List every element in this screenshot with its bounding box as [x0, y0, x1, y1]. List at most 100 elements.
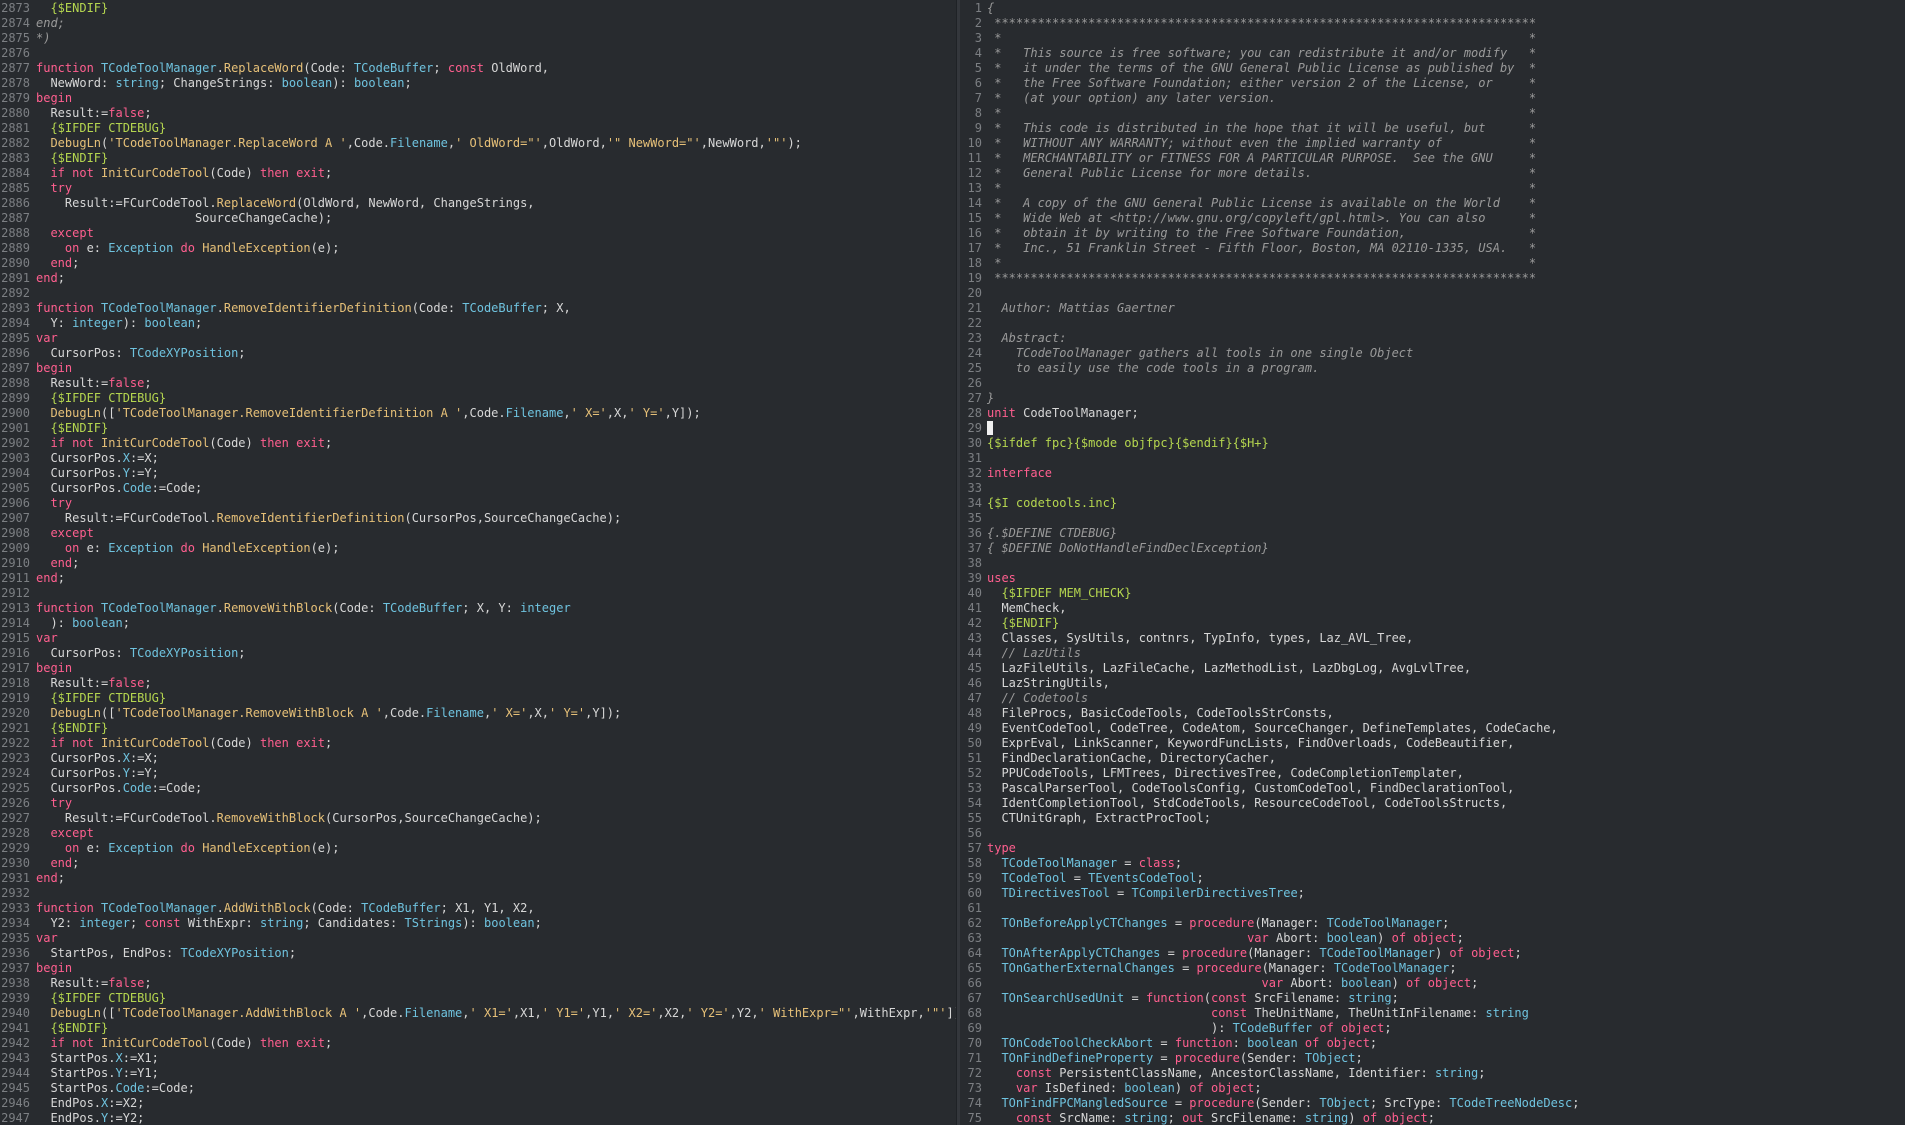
code-line[interactable]: 39 uses [960, 571, 1905, 586]
code-line[interactable]: 2898 Result:=false; [0, 376, 956, 391]
line-code[interactable]: TOnGatherExternalChanges = procedure(Man… [987, 961, 1456, 975]
code-line[interactable]: 6 * the Free Software Foundation; either… [960, 76, 1905, 91]
line-code[interactable]: *) [36, 31, 50, 45]
code-line[interactable]: 31 [960, 451, 1905, 466]
code-line[interactable]: 2912 [0, 586, 956, 601]
code-line[interactable]: 2885 try [0, 181, 956, 196]
code-line[interactable]: 25 to easily use the code tools in a pro… [960, 361, 1905, 376]
line-code[interactable]: * * [987, 106, 1536, 120]
line-code[interactable]: CursorPos.X:=X; [36, 451, 158, 465]
line-code[interactable]: TOnSearchUsedUnit = function(const SrcFi… [987, 991, 1398, 1005]
line-code[interactable]: {$IFDEF CTDEBUG} [36, 691, 166, 705]
line-code[interactable]: CursorPos.X:=X; [36, 751, 158, 765]
line-code[interactable]: Result:=FCurCodeTool.RemoveIdentifierDef… [36, 511, 621, 525]
line-code[interactable]: LazStringUtils, [987, 676, 1109, 690]
line-code[interactable]: CursorPos: TCodeXYPosition; [36, 346, 245, 360]
line-code[interactable]: * it under the terms of the GNU General … [987, 61, 1536, 75]
code-line[interactable]: 38 [960, 556, 1905, 571]
code-line[interactable]: 59 TCodeTool = TEventsCodeTool; [960, 871, 1905, 886]
line-code[interactable]: TOnCodeToolCheckAbort = function: boolea… [987, 1036, 1377, 1050]
line-code[interactable]: MemCheck, [987, 601, 1066, 615]
code-line[interactable]: 21 Author: Mattias Gaertner [960, 301, 1905, 316]
code-line[interactable]: 2904 CursorPos.Y:=Y; [0, 466, 956, 481]
code-line[interactable]: 2899 {$IFDEF CTDEBUG} [0, 391, 956, 406]
line-code[interactable]: var IsDefined: boolean) of object; [987, 1081, 1262, 1095]
line-code[interactable]: except [36, 826, 93, 840]
code-line[interactable]: 8 * * [960, 106, 1905, 121]
code-line[interactable]: 2880 Result:=false; [0, 106, 956, 121]
line-code[interactable]: if not InitCurCodeTool(Code) then exit; [36, 436, 332, 450]
code-line[interactable]: 19 *************************************… [960, 271, 1905, 286]
line-code[interactable]: * * [987, 31, 1536, 45]
code-line[interactable]: 4 * This source is free software; you ca… [960, 46, 1905, 61]
code-line[interactable]: 61 [960, 901, 1905, 916]
line-code[interactable]: {$IFDEF CTDEBUG} [36, 391, 166, 405]
line-code[interactable]: {$ENDIF} [36, 151, 108, 165]
code-line[interactable]: 3 * * [960, 31, 1905, 46]
line-code[interactable]: Classes, SysUtils, contnrs, TypInfo, typ… [987, 631, 1413, 645]
line-code[interactable]: interface [987, 466, 1052, 480]
line-code[interactable]: type [987, 841, 1016, 855]
line-code[interactable]: * A copy of the GNU General Public Licen… [987, 196, 1536, 210]
code-line[interactable]: 2933 function TCodeToolManager.AddWithBlo… [0, 901, 956, 916]
line-code[interactable]: function TCodeToolManager.ReplaceWord(Co… [36, 61, 549, 75]
line-code[interactable]: IdentCompletionTool, StdCodeTools, Resou… [987, 796, 1507, 810]
line-code[interactable]: try [36, 181, 72, 195]
code-line[interactable]: 2893 function TCodeToolManager.RemoveIden… [0, 301, 956, 316]
code-line[interactable]: 2886 Result:=FCurCodeTool.ReplaceWord(Ol… [0, 196, 956, 211]
code-line[interactable]: 27} [960, 391, 1905, 406]
code-line[interactable]: 71 TOnFindDefineProperty = procedure(Sen… [960, 1051, 1905, 1066]
line-code[interactable]: {$IFDEF CTDEBUG} [36, 991, 166, 1005]
code-line[interactable]: 2892 [0, 286, 956, 301]
line-code[interactable]: function TCodeToolManager.RemoveWithBloc… [36, 601, 571, 615]
line-code[interactable]: end; [36, 871, 65, 885]
code-line[interactable]: 22 [960, 316, 1905, 331]
line-code[interactable]: * * [987, 181, 1536, 195]
code-line[interactable]: 2909 on e: Exception do HandleException(… [0, 541, 956, 556]
line-code[interactable]: end; [36, 571, 65, 585]
line-code[interactable]: * (at your option) any later version. * [987, 91, 1536, 105]
code-line[interactable]: 2942 if not InitCurCodeTool(Code) then e… [0, 1036, 956, 1051]
code-line[interactable]: 65 TOnGatherExternalChanges = procedure(… [960, 961, 1905, 976]
code-line[interactable]: 2924 CursorPos.Y:=Y; [0, 766, 956, 781]
code-line[interactable]: 36 {.$DEFINE CTDEBUG} [960, 526, 1905, 541]
line-code[interactable]: on e: Exception do HandleException(e); [36, 541, 340, 555]
line-code[interactable]: begin [36, 361, 72, 375]
code-line[interactable]: 58 TCodeToolManager = class; [960, 856, 1905, 871]
line-code[interactable]: CursorPos.Code:=Code; [36, 781, 202, 795]
code-line[interactable]: 24 TCodeToolManager gathers all tools in… [960, 346, 1905, 361]
code-line[interactable]: 2911 end; [0, 571, 956, 586]
line-code[interactable]: TOnFindDefineProperty = procedure(Sender… [987, 1051, 1362, 1065]
code-line[interactable]: 2934 Y2: integer; const WithExpr: string… [0, 916, 956, 931]
code-line[interactable]: 2910 end; [0, 556, 956, 571]
line-code[interactable]: PascalParserTool, CodeToolsConfig, Custo… [987, 781, 1514, 795]
line-code[interactable]: * * [987, 256, 1536, 270]
code-line[interactable]: 2930 end; [0, 856, 956, 871]
code-line[interactable]: 2947 EndPos.Y:=Y2; [0, 1111, 956, 1125]
line-code[interactable]: var [36, 331, 58, 345]
code-line[interactable]: 2927 Result:=FCurCodeTool.RemoveWithBloc… [0, 811, 956, 826]
code-line[interactable]: 2916 CursorPos: TCodeXYPosition; [0, 646, 956, 661]
line-code[interactable]: * Inc., 51 Franklin Street - Fifth Floor… [987, 241, 1536, 255]
code-line[interactable]: 2878 NewWord: string; ChangeStrings: boo… [0, 76, 956, 91]
code-line[interactable]: 2940 DebugLn(['TCodeToolManager.AddWithB… [0, 1006, 956, 1021]
code-line[interactable]: 57 type [960, 841, 1905, 856]
line-code[interactable]: {$ENDIF} [987, 616, 1059, 630]
line-code[interactable]: DebugLn(['TCodeToolManager.RemoveIdentif… [36, 406, 700, 420]
code-line[interactable]: 11 * MERCHANTABILITY or FITNESS FOR A PA… [960, 151, 1905, 166]
code-line[interactable]: 9 * This code is distributed in the hope… [960, 121, 1905, 136]
code-line[interactable]: 16 * obtain it by writing to the Free So… [960, 226, 1905, 241]
code-line[interactable]: 72 const PersistentClassName, AncestorCl… [960, 1066, 1905, 1081]
code-line[interactable]: 56 [960, 826, 1905, 841]
code-line[interactable]: 20 [960, 286, 1905, 301]
code-line[interactable]: 2903 CursorPos.X:=X; [0, 451, 956, 466]
line-code[interactable]: Result:=false; [36, 376, 151, 390]
line-code[interactable]: { $DEFINE DoNotHandleFindDeclException} [987, 541, 1269, 555]
code-line[interactable]: 15 * Wide Web at <http://www.gnu.org/cop… [960, 211, 1905, 226]
code-line[interactable]: 49 EventCodeTool, CodeTree, CodeAtom, So… [960, 721, 1905, 736]
line-code[interactable]: var Abort: boolean) of object; [987, 931, 1464, 945]
line-code[interactable]: } [987, 391, 994, 405]
code-line[interactable]: 10 * WITHOUT ANY WARRANTY; without even … [960, 136, 1905, 151]
line-code[interactable]: * WITHOUT ANY WARRANTY; without even the… [987, 136, 1536, 150]
code-line[interactable]: 2931 end; [0, 871, 956, 886]
